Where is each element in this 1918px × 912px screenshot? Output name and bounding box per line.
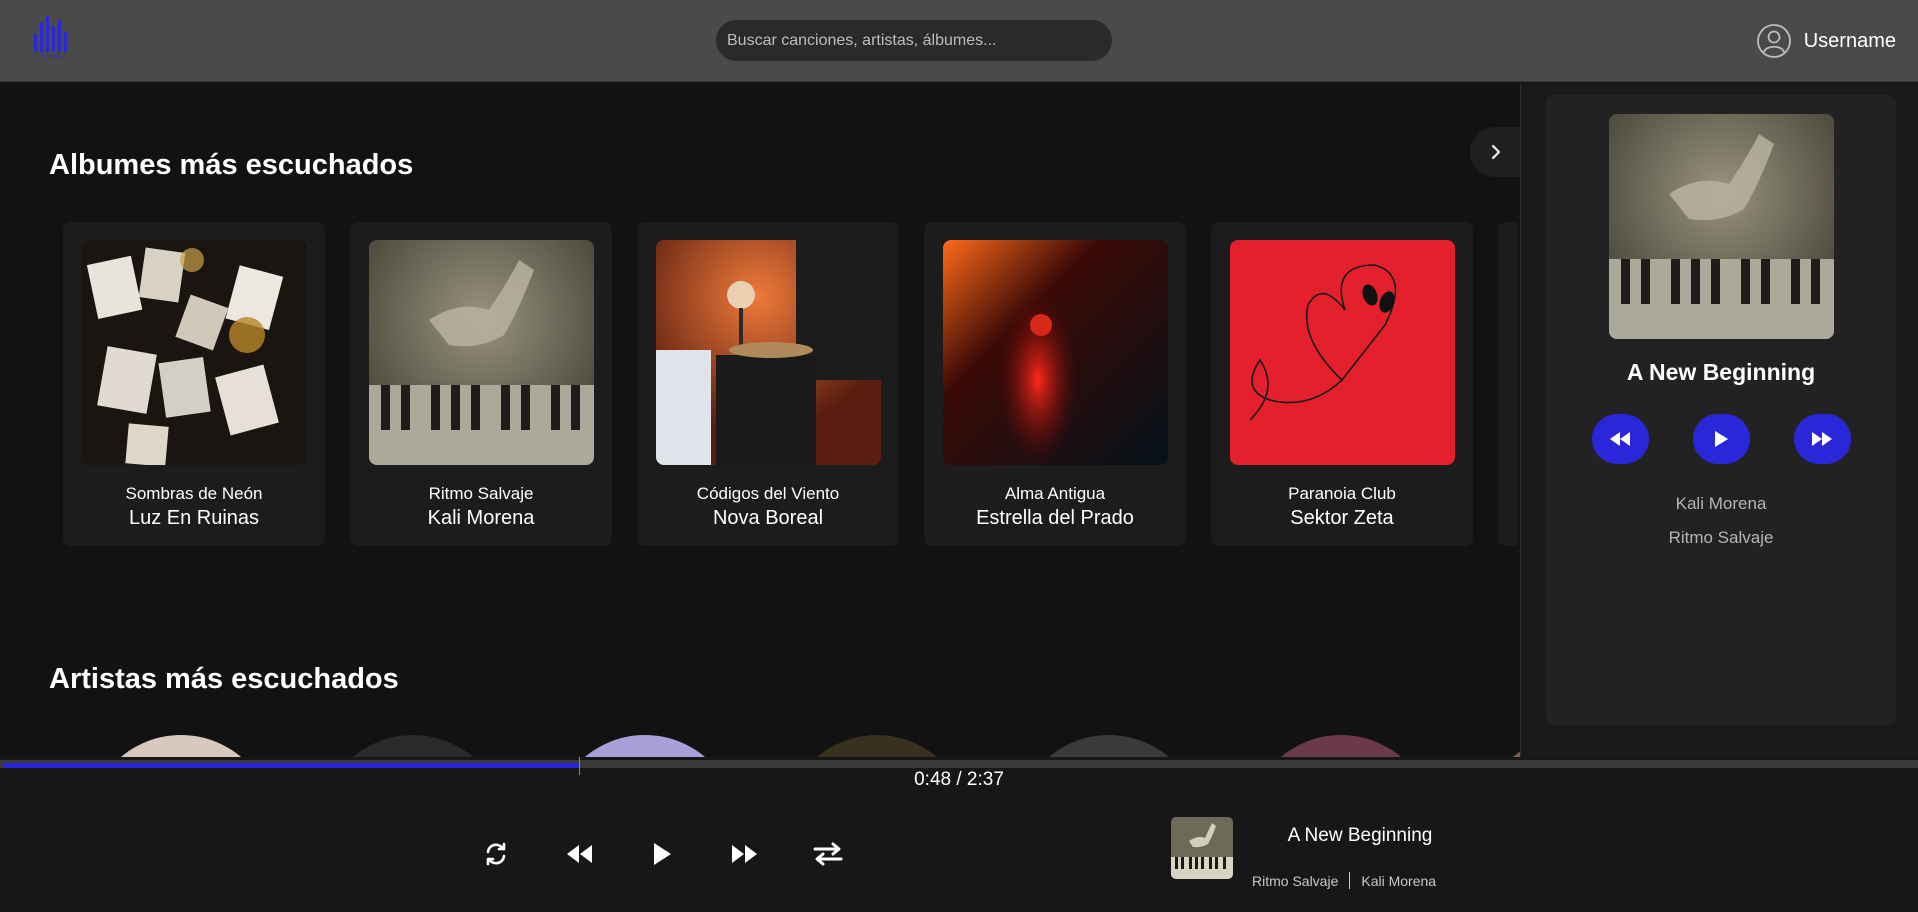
progress-bar[interactable] <box>0 757 1918 775</box>
replay-button[interactable] <box>476 834 516 874</box>
album-artist: Nova Boreal <box>712 507 824 529</box>
album-name: Ritmo Salvaje <box>428 484 534 503</box>
mini-player-artist[interactable]: Kali Morena <box>1361 873 1436 889</box>
username-label: Username <box>1803 29 1896 52</box>
play-icon <box>1715 431 1728 447</box>
album-artist: Kali Morena <box>427 507 535 529</box>
mini-player-cover <box>1171 817 1233 879</box>
album-cover <box>81 240 307 465</box>
now-playing-cover <box>1608 114 1834 339</box>
album-cover <box>655 240 881 465</box>
album-artist: Luz En Ruinas <box>128 507 260 529</box>
carousel-next-button[interactable] <box>1470 127 1520 177</box>
album-card[interactable]: Alma Antigua Estrella del Prado <box>924 222 1186 546</box>
albums-carousel: Sombras de Neón Luz En Ruinas Ritmo Salv… <box>63 222 1518 546</box>
album-name: Códigos del Viento <box>696 484 840 503</box>
album-cover <box>1229 240 1455 465</box>
artist-avatar[interactable] <box>88 735 274 757</box>
search-input[interactable] <box>716 20 1112 61</box>
artist-avatar[interactable] <box>1016 735 1202 757</box>
album-artist: Estrella del Prado <box>976 507 1134 529</box>
now-playing-controls <box>1546 414 1896 464</box>
previous-button[interactable] <box>1591 414 1649 464</box>
repeat-icon <box>813 842 843 866</box>
play-button[interactable] <box>642 834 682 874</box>
play-icon <box>654 843 671 865</box>
album-card[interactable]: Ritmo Salvaje Kali Morena <box>350 222 612 546</box>
mini-player-title: A New Beginning <box>1287 825 1433 846</box>
artist-avatar[interactable] <box>1480 735 1520 757</box>
fast-forward-icon <box>1812 432 1832 446</box>
mini-player-meta: Ritmo Salvaje Kali Morena <box>1252 872 1436 889</box>
top-header: VIBRA Username <box>0 0 1918 82</box>
artist-avatar[interactable] <box>320 735 506 757</box>
artist-avatar[interactable] <box>784 735 970 757</box>
app-logo[interactable]: VIBRA <box>34 16 70 60</box>
playback-controls <box>476 834 848 874</box>
album-name: Paranoia Club <box>1288 484 1396 503</box>
repeat-button[interactable] <box>808 834 848 874</box>
user-icon <box>1756 24 1791 58</box>
now-playing-artist: Kali Morena <box>1675 494 1767 513</box>
player-bar: 0:48 / 2:37 A New Beginning Ritmo Salvaj… <box>0 757 1918 912</box>
main-content: Albumes más escuchados Sombras de Neón L… <box>0 83 1520 757</box>
logo-text: VIBRA <box>41 54 63 60</box>
now-playing-card: A New Beginning Kali Morena Ritmo Salvaj… <box>1546 95 1896 725</box>
album-name: Sombras de Neón <box>125 484 263 503</box>
divider <box>1349 872 1351 889</box>
album-card[interactable]: Sombras de Neón Luz En Ruinas <box>63 222 325 546</box>
next-button[interactable] <box>1793 414 1851 464</box>
artist-avatar[interactable] <box>1248 735 1434 757</box>
rewind-icon <box>1610 432 1630 446</box>
album-card[interactable]: Paranoia Club Sektor Zeta <box>1211 222 1473 546</box>
album-card-partial[interactable] <box>1498 222 1518 546</box>
next-button[interactable] <box>725 834 765 874</box>
user-menu[interactable]: Username <box>1756 20 1896 62</box>
replay-icon <box>486 842 506 866</box>
now-playing-title: A New Beginning <box>1626 359 1816 385</box>
logo-icon <box>34 16 70 52</box>
album-cover <box>942 240 1168 465</box>
artists-section-title: Artistas más escuchados <box>49 663 399 695</box>
playback-time: 0:48 / 2:37 <box>914 769 1004 790</box>
artists-carousel <box>88 735 1520 757</box>
progress-fill <box>4 763 579 768</box>
now-playing-album: Ritmo Salvaje <box>1668 528 1774 547</box>
mini-player-album[interactable]: Ritmo Salvaje <box>1252 873 1338 889</box>
fast-forward-icon <box>732 845 757 863</box>
album-card[interactable]: Códigos del Viento Nova Boreal <box>637 222 899 546</box>
albums-section-title: Albumes más escuchados <box>49 149 414 181</box>
rewind-icon <box>567 845 592 863</box>
album-cover <box>368 240 594 465</box>
album-name: Alma Antigua <box>1004 484 1106 503</box>
play-button[interactable] <box>1692 414 1750 464</box>
album-artist: Sektor Zeta <box>1290 507 1394 529</box>
now-playing-sidebar: A New Beginning Kali Morena Ritmo Salvaj… <box>1520 83 1918 757</box>
artist-avatar[interactable] <box>552 735 738 757</box>
previous-button[interactable] <box>559 834 599 874</box>
chevron-right-icon <box>1491 144 1501 160</box>
